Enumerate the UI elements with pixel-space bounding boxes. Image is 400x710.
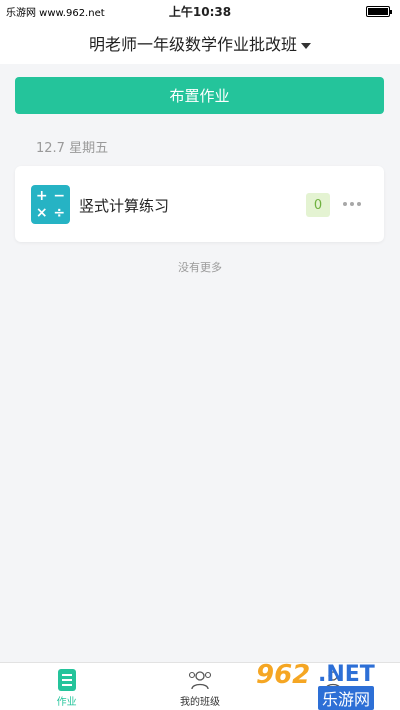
watermark-site-name: 乐游网 bbox=[318, 686, 375, 710]
site-watermark: 962 .NET 乐游网 bbox=[256, 660, 396, 710]
tab-my-class[interactable]: 我的班级 bbox=[133, 663, 266, 710]
homework-title: 竖式计算练习 bbox=[79, 197, 170, 215]
math-symbols-icon: + − × ÷ bbox=[31, 185, 70, 224]
divide-symbol: ÷ bbox=[53, 205, 66, 222]
submission-count-badge: 0 bbox=[306, 193, 330, 217]
battery-icon bbox=[366, 6, 392, 17]
homework-card[interactable]: + − × ÷ 竖式计算练习 0 bbox=[15, 166, 384, 242]
plus-symbol: + bbox=[35, 187, 48, 204]
status-bar: 乐游网 www.962.net 上午10:38 bbox=[0, 0, 400, 22]
tab-my-class-label: 我的班级 bbox=[179, 697, 220, 708]
class-people-icon bbox=[188, 671, 212, 690]
more-options-icon[interactable] bbox=[340, 192, 364, 216]
status-time: 上午10:38 bbox=[168, 5, 232, 19]
watermark-number: 962 bbox=[256, 660, 311, 690]
nav-bar: 明老师一年级数学作业批改班 bbox=[0, 22, 400, 64]
class-selector[interactable]: 明老师一年级数学作业批改班 bbox=[89, 31, 311, 55]
tab-homework[interactable]: 作业 bbox=[0, 663, 133, 710]
list-end-text: 没有更多 bbox=[178, 261, 222, 274]
homework-list-icon bbox=[57, 669, 76, 691]
caret-down-icon bbox=[301, 42, 311, 49]
times-symbol: × bbox=[35, 205, 48, 222]
date-group-label: 12.7 星期五 bbox=[36, 141, 109, 156]
minus-symbol: − bbox=[53, 187, 66, 204]
tab-homework-label: 作业 bbox=[56, 697, 77, 708]
assign-homework-button[interactable]: 布置作业 bbox=[15, 77, 384, 114]
watermark-domain: .NET bbox=[318, 662, 375, 687]
page-title: 明老师一年级数学作业批改班 bbox=[88, 35, 297, 54]
